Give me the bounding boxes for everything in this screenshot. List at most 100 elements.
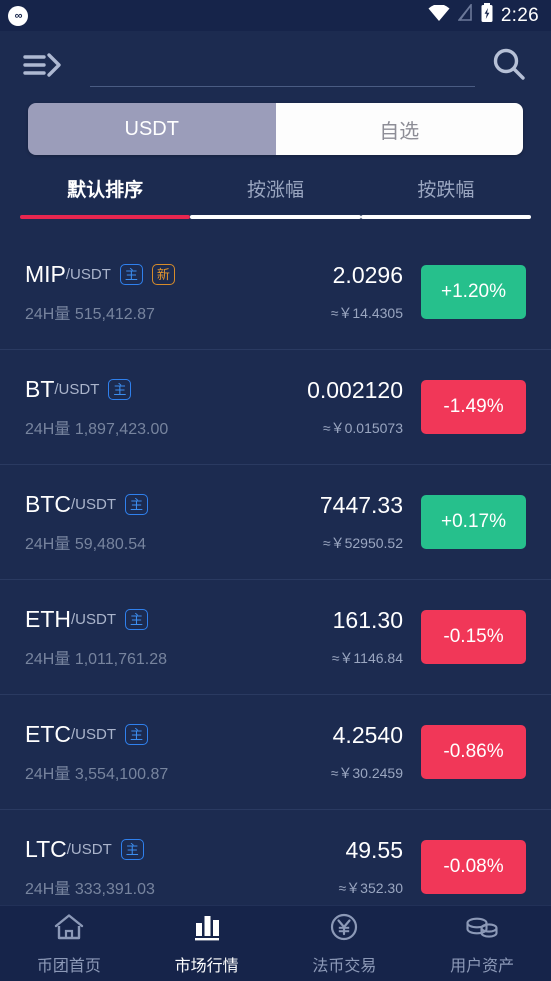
- market-type-segmented-control: USDT 自选: [28, 103, 523, 155]
- home-icon: [52, 912, 86, 947]
- status-bar: ∞ 2:26: [0, 0, 551, 31]
- nav-item-home[interactable]: 币团首页: [0, 912, 138, 976]
- row-price-info: 0.002120 ≈￥0.015073: [263, 377, 403, 438]
- pair-quote: /USDT: [65, 265, 111, 283]
- row-price-info: 2.0296 ≈￥14.4305: [263, 262, 403, 323]
- volume-value: 333,391.03: [74, 880, 155, 898]
- bar-chart-icon: [190, 912, 224, 947]
- row-price: 49.55: [345, 836, 403, 863]
- badge-main: 主: [108, 378, 132, 400]
- pair-name: ETH /USDT 主: [25, 606, 263, 633]
- menu-arrow-icon[interactable]: [22, 48, 66, 82]
- row-volume: 24H量 515,412.87: [25, 300, 263, 324]
- volume-label: 24H量: [25, 650, 71, 668]
- table-row[interactable]: ETC /USDT 主 24H量 3,554,100.87 4.2540 ≈￥3…: [0, 695, 551, 810]
- badge-main: 主: [125, 493, 149, 515]
- app-header: [0, 31, 551, 98]
- row-volume: 24H量 3,554,100.87: [25, 760, 263, 784]
- sort-tabs: 默认排序 按涨幅 按跌幅: [20, 175, 531, 219]
- volume-label: 24H量: [25, 765, 71, 783]
- table-row[interactable]: BTC /USDT 主 24H量 59,480.54 7447.33 ≈￥529…: [0, 465, 551, 580]
- volume-value: 1,897,423.00: [74, 420, 169, 438]
- status-badge[interactable]: -0.15%: [421, 610, 526, 664]
- row-volume: 24H量 59,480.54: [25, 530, 263, 554]
- pair-quote: /USDT: [66, 840, 112, 858]
- table-row[interactable]: ETH /USDT 主 24H量 1,011,761.28 161.30 ≈￥1…: [0, 580, 551, 695]
- row-price-cny: ≈￥1146.84: [331, 649, 403, 666]
- table-row[interactable]: MIP /USDT 主新 24H量 515,412.87 2.0296 ≈￥14…: [0, 235, 551, 350]
- row-volume: 24H量 333,391.03: [25, 875, 263, 899]
- badge-main: 主: [119, 263, 143, 285]
- coins-icon: [464, 912, 500, 947]
- sort-tab-losers[interactable]: 按跌幅: [360, 175, 531, 219]
- volume-value: 59,480.54: [74, 535, 146, 553]
- pair-symbol: BTC: [25, 490, 71, 517]
- volume-label: 24H量: [25, 535, 71, 553]
- status-bar-left: ∞: [8, 5, 28, 26]
- table-row[interactable]: LTC /USDT 主 24H量 333,391.03 49.55 ≈￥352.…: [0, 810, 551, 910]
- badge-main: 主: [125, 608, 149, 630]
- sort-tab-gainers[interactable]: 按涨幅: [190, 175, 361, 219]
- status-badge[interactable]: +1.20%: [421, 265, 526, 319]
- volume-label: 24H量: [25, 420, 71, 438]
- search-input[interactable]: [90, 60, 475, 87]
- volume-value: 3,554,100.87: [74, 765, 169, 783]
- pair-name: ETC /USDT 主: [25, 721, 263, 748]
- status-badge[interactable]: -1.49%: [421, 380, 526, 434]
- tab-favorites[interactable]: 自选: [275, 103, 523, 155]
- row-price-cny: ≈￥52950.52: [322, 534, 403, 551]
- yen-circle-icon: [327, 912, 361, 947]
- row-pair-info: BTC /USDT 主 24H量 59,480.54: [25, 491, 263, 554]
- nav-item-markets-label: 市场行情: [174, 957, 239, 975]
- sort-tab-losers-label: 按跌幅: [417, 180, 475, 201]
- volume-label: 24H量: [25, 305, 71, 323]
- pair-name: LTC /USDT 主: [25, 836, 263, 863]
- volume-value: 515,412.87: [74, 305, 155, 323]
- pair-symbol: LTC: [25, 835, 67, 862]
- status-badge[interactable]: +0.17%: [421, 495, 526, 549]
- pair-quote: /USDT: [71, 610, 116, 628]
- row-price: 7447.33: [319, 491, 403, 518]
- pair-quote: /USDT: [71, 495, 116, 513]
- row-pair-info: BT /USDT 主 24H量 1,897,423.00: [25, 376, 263, 439]
- tab-usdt[interactable]: USDT: [28, 103, 276, 155]
- status-badge[interactable]: -0.08%: [421, 840, 526, 894]
- status-bar-clock: 2:26: [500, 4, 539, 26]
- app-logo-icon: ∞: [8, 5, 28, 26]
- volume-value: 1,011,761.28: [74, 650, 168, 668]
- pair-symbol: ETC: [25, 720, 71, 747]
- sort-tab-gainers-underline: [190, 215, 361, 219]
- nav-item-fiat-trade[interactable]: 法币交易: [276, 912, 414, 976]
- search-field-wrapper: [80, 43, 475, 87]
- signal-off-icon: [457, 2, 473, 27]
- nav-item-markets[interactable]: 市场行情: [138, 912, 276, 976]
- pair-name: BTC /USDT 主: [25, 491, 263, 518]
- sort-tab-default-underline: [20, 215, 191, 219]
- pair-name: MIP /USDT 主新: [25, 261, 263, 288]
- nav-item-fiat-trade-label: 法币交易: [312, 957, 377, 975]
- badge-main: 主: [125, 723, 149, 745]
- sort-tab-default[interactable]: 默认排序: [20, 175, 191, 219]
- wifi-icon: [428, 3, 450, 27]
- sort-tab-gainers-label: 按涨幅: [246, 180, 304, 201]
- status-bar-right: 2:26: [428, 2, 539, 28]
- nav-item-home-label: 币团首页: [36, 957, 101, 975]
- badge-new: 新: [151, 263, 175, 285]
- table-row[interactable]: BT /USDT 主 24H量 1,897,423.00 0.002120 ≈￥…: [0, 350, 551, 465]
- sort-tab-default-label: 默认排序: [67, 180, 144, 201]
- row-price-info: 4.2540 ≈￥30.2459: [263, 722, 403, 783]
- row-price-info: 7447.33 ≈￥52950.52: [263, 492, 403, 553]
- nav-item-assets[interactable]: 用户资产: [413, 912, 551, 976]
- row-price-info: 161.30 ≈￥1146.84: [263, 607, 403, 668]
- pair-symbol: BT: [25, 375, 55, 402]
- pair-symbol: MIP: [25, 260, 66, 287]
- market-list[interactable]: MIP /USDT 主新 24H量 515,412.87 2.0296 ≈￥14…: [0, 235, 551, 910]
- search-icon[interactable]: [489, 45, 529, 85]
- row-pair-info: LTC /USDT 主 24H量 333,391.03: [25, 836, 263, 899]
- status-badge[interactable]: -0.86%: [421, 725, 526, 779]
- pair-name: BT /USDT 主: [25, 376, 263, 403]
- nav-item-assets-label: 用户资产: [450, 957, 515, 975]
- app-root: ∞ 2:26 USDT 自选 默认排序 按涨幅 按跌幅 MIP /USDT 主 …: [0, 0, 551, 981]
- row-pair-info: MIP /USDT 主新 24H量 515,412.87: [25, 261, 263, 324]
- volume-label: 24H量: [25, 880, 71, 898]
